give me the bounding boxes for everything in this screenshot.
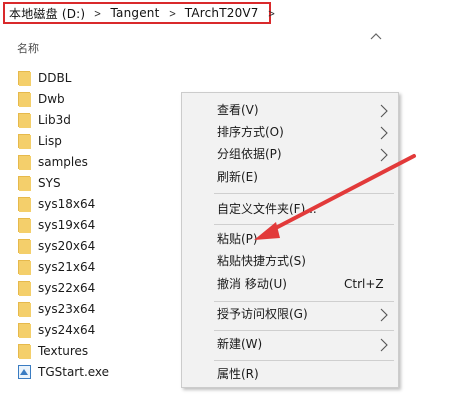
exe-app-icon: [18, 364, 31, 379]
file-list: DDBL Dwb Lib3d Lisp samples SYS sys18x64…: [18, 67, 109, 382]
menu-item-label: 粘贴快捷方式(S): [217, 254, 306, 268]
chevron-right-icon: [380, 125, 388, 140]
list-item[interactable]: samples: [18, 151, 109, 172]
breadcrumb-separator-icon: >: [94, 6, 102, 20]
file-name: sys18x64: [38, 196, 96, 211]
list-item[interactable]: DDBL: [18, 67, 109, 88]
chevron-right-icon: [380, 307, 388, 322]
file-name: Dwb: [38, 91, 65, 106]
menu-item-customize-folder[interactable]: 自定义文件夹(F)...: [182, 198, 398, 220]
breadcrumb-tarcht20v7[interactable]: TArchT20V7: [185, 6, 259, 20]
folder-icon: [18, 343, 31, 359]
menu-item-refresh[interactable]: 刷新(E): [182, 166, 398, 188]
file-name: sys19x64: [38, 217, 96, 232]
list-item[interactable]: Textures: [18, 340, 109, 361]
chevron-right-icon: [380, 147, 388, 162]
menu-item-properties[interactable]: 属性(R): [182, 363, 398, 385]
file-name: Lib3d: [38, 112, 71, 127]
list-item[interactable]: sys22x64: [18, 277, 109, 298]
file-name: sys20x64: [38, 238, 96, 253]
file-name: SYS: [38, 175, 61, 190]
menu-item-undo-move[interactable]: 撤消 移动(U) Ctrl+Z: [182, 273, 398, 295]
menu-item-label: 新建(W): [217, 337, 263, 351]
file-name: DDBL: [38, 70, 72, 85]
folder-icon: [18, 91, 31, 107]
folder-icon: [18, 70, 31, 86]
folder-icon: [18, 322, 31, 338]
menu-item-label: 排序方式(O): [217, 125, 284, 139]
list-item[interactable]: Dwb: [18, 88, 109, 109]
chevron-right-icon: [380, 103, 388, 118]
menu-item-give-access[interactable]: 授予访问权限(G): [182, 303, 398, 325]
chevron-right-icon: [380, 337, 388, 352]
file-name: sys21x64: [38, 259, 96, 274]
list-item[interactable]: sys24x64: [18, 319, 109, 340]
address-bar-breadcrumb[interactable]: 本地磁盘 (D:) > Tangent > TArchT20V7 >: [3, 2, 275, 24]
folder-icon: [18, 175, 31, 191]
file-name: Lisp: [38, 133, 62, 148]
list-item[interactable]: SYS: [18, 172, 109, 193]
menu-separator: [214, 330, 394, 331]
menu-item-label: 撤消 移动(U): [217, 277, 287, 291]
breadcrumb-tangent[interactable]: Tangent: [110, 6, 159, 20]
menu-item-label: 授予访问权限(G): [217, 307, 308, 321]
file-name: samples: [38, 154, 88, 169]
menu-item-paste[interactable]: 粘贴(P): [182, 228, 398, 250]
menu-item-label: 自定义文件夹(F)...: [217, 202, 317, 216]
folder-icon: [18, 112, 31, 128]
menu-item-label: 分组依据(P): [217, 147, 282, 161]
menu-item-shortcut: Ctrl+Z: [344, 277, 384, 291]
list-item[interactable]: sys20x64: [18, 235, 109, 256]
file-name: sys23x64: [38, 301, 96, 316]
list-item[interactable]: sys23x64: [18, 298, 109, 319]
folder-icon: [18, 217, 31, 233]
menu-item-new[interactable]: 新建(W): [182, 333, 398, 355]
menu-item-group-by[interactable]: 分组依据(P): [182, 143, 398, 165]
menu-item-label: 刷新(E): [217, 170, 258, 184]
menu-separator: [214, 224, 394, 225]
folder-icon: [18, 280, 31, 296]
menu-item-label: 属性(R): [217, 367, 259, 381]
file-name: sys22x64: [38, 280, 96, 295]
list-item[interactable]: Lisp: [18, 130, 109, 151]
list-item[interactable]: sys19x64: [18, 214, 109, 235]
folder-icon: [18, 301, 31, 317]
menu-separator: [214, 301, 394, 302]
breadcrumb-local-disk[interactable]: 本地磁盘 (D:): [9, 5, 85, 22]
folder-icon: [18, 154, 31, 170]
file-name: sys24x64: [38, 322, 96, 337]
menu-item-sort-by[interactable]: 排序方式(O): [182, 121, 398, 143]
column-header-name[interactable]: 名称: [17, 40, 39, 56]
breadcrumb-separator-icon: >: [168, 6, 176, 20]
menu-separator: [214, 193, 394, 194]
list-item[interactable]: TGStart.exe: [18, 361, 109, 382]
menu-item-view[interactable]: 查看(V): [182, 99, 398, 121]
folder-icon: [18, 133, 31, 149]
menu-item-label: 粘贴(P): [217, 232, 258, 246]
list-item[interactable]: sys21x64: [18, 256, 109, 277]
chevron-up-icon[interactable]: [370, 30, 384, 42]
menu-item-label: 查看(V): [217, 103, 259, 117]
file-name: Textures: [38, 343, 89, 358]
list-item[interactable]: sys18x64: [18, 193, 109, 214]
folder-icon: [18, 196, 31, 212]
menu-separator: [214, 360, 394, 361]
file-name: TGStart.exe: [38, 364, 110, 379]
list-item[interactable]: Lib3d: [18, 109, 109, 130]
folder-icon: [18, 238, 31, 254]
menu-item-paste-shortcut[interactable]: 粘贴快捷方式(S): [182, 250, 398, 272]
folder-icon: [18, 259, 31, 275]
breadcrumb-separator-icon: >: [267, 6, 275, 20]
context-menu: 查看(V) 排序方式(O) 分组依据(P) 刷新(E) 自定义文件夹(F)...…: [181, 92, 399, 388]
